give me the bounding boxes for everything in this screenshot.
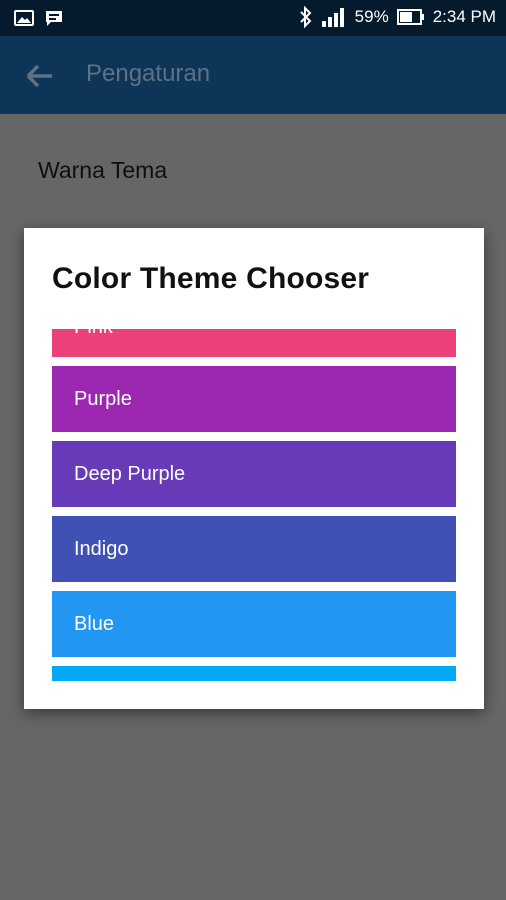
color-option-deep-purple[interactable]: Deep Purple: [52, 441, 456, 507]
image-notification-icon: [14, 10, 34, 26]
page-title: Pengaturan: [86, 60, 211, 87]
battery-percent: 59%: [354, 7, 389, 26]
color-option-blue[interactable]: Blue: [52, 591, 456, 657]
bluetooth-icon: [299, 6, 312, 28]
color-option-pink[interactable]: Pink: [52, 329, 456, 357]
battery-icon: [396, 9, 424, 25]
color-option-label: Deep Purple: [74, 462, 186, 485]
color-theme-dialog: Color Theme Chooser Pink Purple Deep Pur…: [24, 228, 484, 709]
color-option-indigo[interactable]: Indigo: [52, 516, 456, 582]
theme-color-preference[interactable]: Warna Tema: [38, 157, 167, 184]
clock: 2:34 PM: [432, 7, 496, 26]
app-bar: Pengaturan: [0, 36, 506, 114]
color-option-light-blue[interactable]: [52, 666, 456, 681]
message-notification-icon: [46, 11, 62, 26]
color-option-label: Pink: [74, 329, 113, 339]
status-bar: 59% 2:34 PM: [0, 0, 506, 36]
color-option-label: Blue: [74, 612, 115, 635]
color-option-purple[interactable]: Purple: [52, 366, 456, 432]
color-option-label: Indigo: [74, 537, 129, 560]
back-arrow-icon[interactable]: [24, 61, 56, 91]
color-option-list[interactable]: Pink Purple Deep Purple Indigo Blue: [52, 329, 456, 681]
dialog-title: Color Theme Chooser: [52, 262, 370, 295]
signal-icon: [321, 8, 344, 27]
color-option-label: Purple: [74, 387, 132, 410]
